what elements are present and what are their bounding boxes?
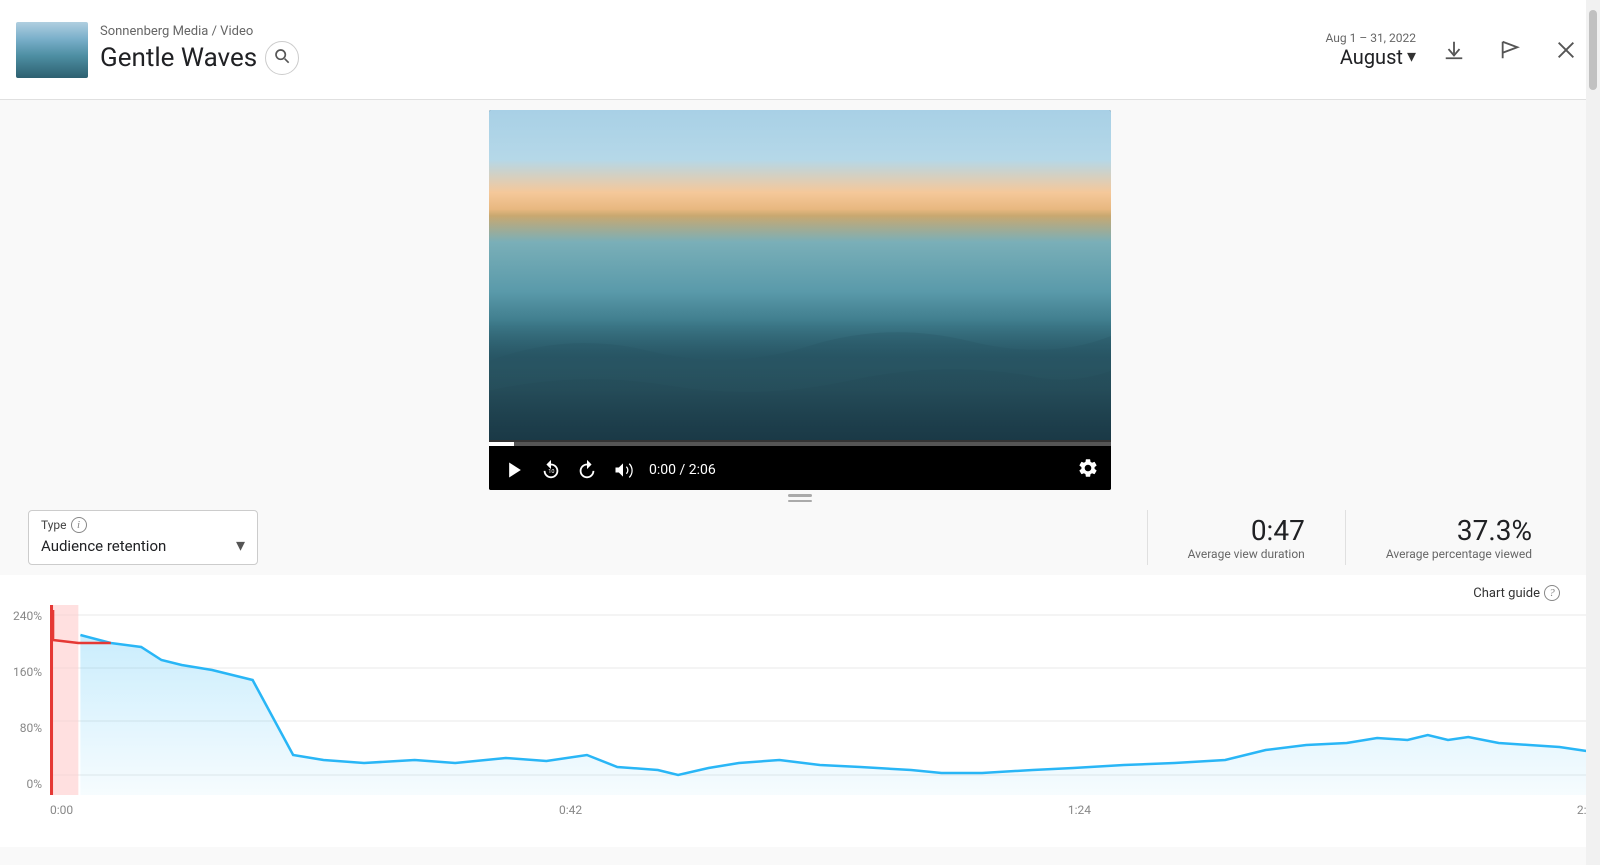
chart-guide-button[interactable]: Chart guide ? [1473, 585, 1560, 601]
avg-view-duration-label: Average view duration [1188, 547, 1305, 561]
volume-button[interactable] [609, 456, 637, 484]
y-axis: 240% 160% 80% 0% [0, 605, 50, 795]
avg-pct-viewed-label: Average percentage viewed [1386, 547, 1532, 561]
month-selector-row[interactable]: August ▾ [1340, 45, 1416, 69]
date-range: Aug 1 – 31, 2022 [1326, 31, 1416, 45]
svg-text:10: 10 [548, 469, 554, 475]
chart-guide-row: Chart guide ? [0, 575, 1600, 605]
flag-button[interactable] [1492, 32, 1528, 68]
video-title-row: Gentle Waves [100, 41, 299, 75]
video-player: 10 0:00 / 2:06 [489, 110, 1111, 490]
type-value: Audience retention [41, 537, 166, 555]
title-area: Sonnenberg Media / Video Gentle Waves [100, 24, 299, 75]
x-label-start: 0:00 [50, 803, 73, 817]
controls-stats-row: Type i Audience retention ▾ 0:47 Average… [0, 510, 1600, 565]
chart-section: Chart guide ? 240% 160% 80% 0% [0, 575, 1600, 847]
chart-guide-info-icon: ? [1544, 585, 1560, 601]
scrollbar[interactable] [1586, 0, 1600, 865]
video-progress-bar[interactable] [489, 442, 1111, 446]
scrollbar-thumb[interactable] [1589, 10, 1597, 90]
top-bar: Sonnenberg Media / Video Gentle Waves Au… [0, 0, 1600, 100]
close-button[interactable] [1548, 32, 1584, 68]
page-title: Gentle Waves [100, 43, 257, 73]
y-label-0: 0% [26, 777, 42, 791]
type-info-icon[interactable]: i [71, 517, 87, 533]
thumbnail-image [16, 22, 88, 78]
play-button[interactable] [501, 456, 529, 484]
top-bar-left: Sonnenberg Media / Video Gentle Waves [16, 22, 299, 78]
type-label: Type [41, 518, 67, 532]
type-value-row: Audience retention ▾ [41, 535, 245, 556]
chart-area: 240% 160% 80% 0% [0, 605, 1600, 817]
y-label-160: 160% [13, 665, 42, 679]
chevron-down-icon: ▾ [1407, 46, 1416, 67]
avg-view-duration-block: 0:47 Average view duration [1147, 510, 1345, 565]
type-label-row: Type i [41, 517, 245, 533]
avg-view-duration-value: 0:47 [1188, 514, 1305, 547]
type-dropdown[interactable]: Type i Audience retention ▾ [28, 510, 258, 565]
type-chevron-icon: ▾ [236, 535, 245, 556]
settings-button[interactable] [1077, 457, 1099, 484]
avg-pct-viewed-value: 37.3% [1386, 514, 1532, 547]
top-bar-right: Aug 1 – 31, 2022 August ▾ [1326, 31, 1584, 69]
drag-handle[interactable] [788, 490, 812, 506]
search-button[interactable] [265, 41, 299, 75]
x-label-042: 0:42 [559, 803, 582, 817]
video-controls: 10 0:00 / 2:06 [489, 450, 1111, 490]
avg-pct-viewed-block: 37.3% Average percentage viewed [1345, 510, 1572, 565]
date-selector[interactable]: Aug 1 – 31, 2022 August ▾ [1326, 31, 1416, 69]
chart-guide-label: Chart guide [1473, 586, 1540, 601]
time-display: 0:00 / 2:06 [649, 462, 716, 478]
search-icon [274, 48, 290, 68]
drag-handle-line-2 [788, 500, 812, 503]
retention-chart [50, 605, 1600, 795]
stats-container: 0:47 Average view duration 37.3% Average… [1147, 510, 1572, 565]
download-button[interactable] [1436, 32, 1472, 68]
breadcrumb: Sonnenberg Media / Video [100, 24, 299, 39]
video-thumbnail [16, 22, 88, 78]
progress-fill [489, 442, 514, 446]
chart-svg-container: 0:00 0:42 1:24 2:06 [50, 605, 1600, 817]
drag-handle-line-1 [788, 494, 812, 497]
main-content: 10 0:00 / 2:06 [0, 100, 1600, 847]
x-label-124: 1:24 [1068, 803, 1091, 817]
x-axis: 0:00 0:42 1:24 2:06 [50, 799, 1600, 817]
y-label-240: 240% [13, 609, 42, 623]
y-label-80: 80% [20, 721, 42, 735]
replay-forward-button[interactable] [573, 456, 601, 484]
selected-month: August [1340, 45, 1403, 69]
replay-back-button[interactable]: 10 [537, 456, 565, 484]
video-visual [489, 110, 1111, 440]
